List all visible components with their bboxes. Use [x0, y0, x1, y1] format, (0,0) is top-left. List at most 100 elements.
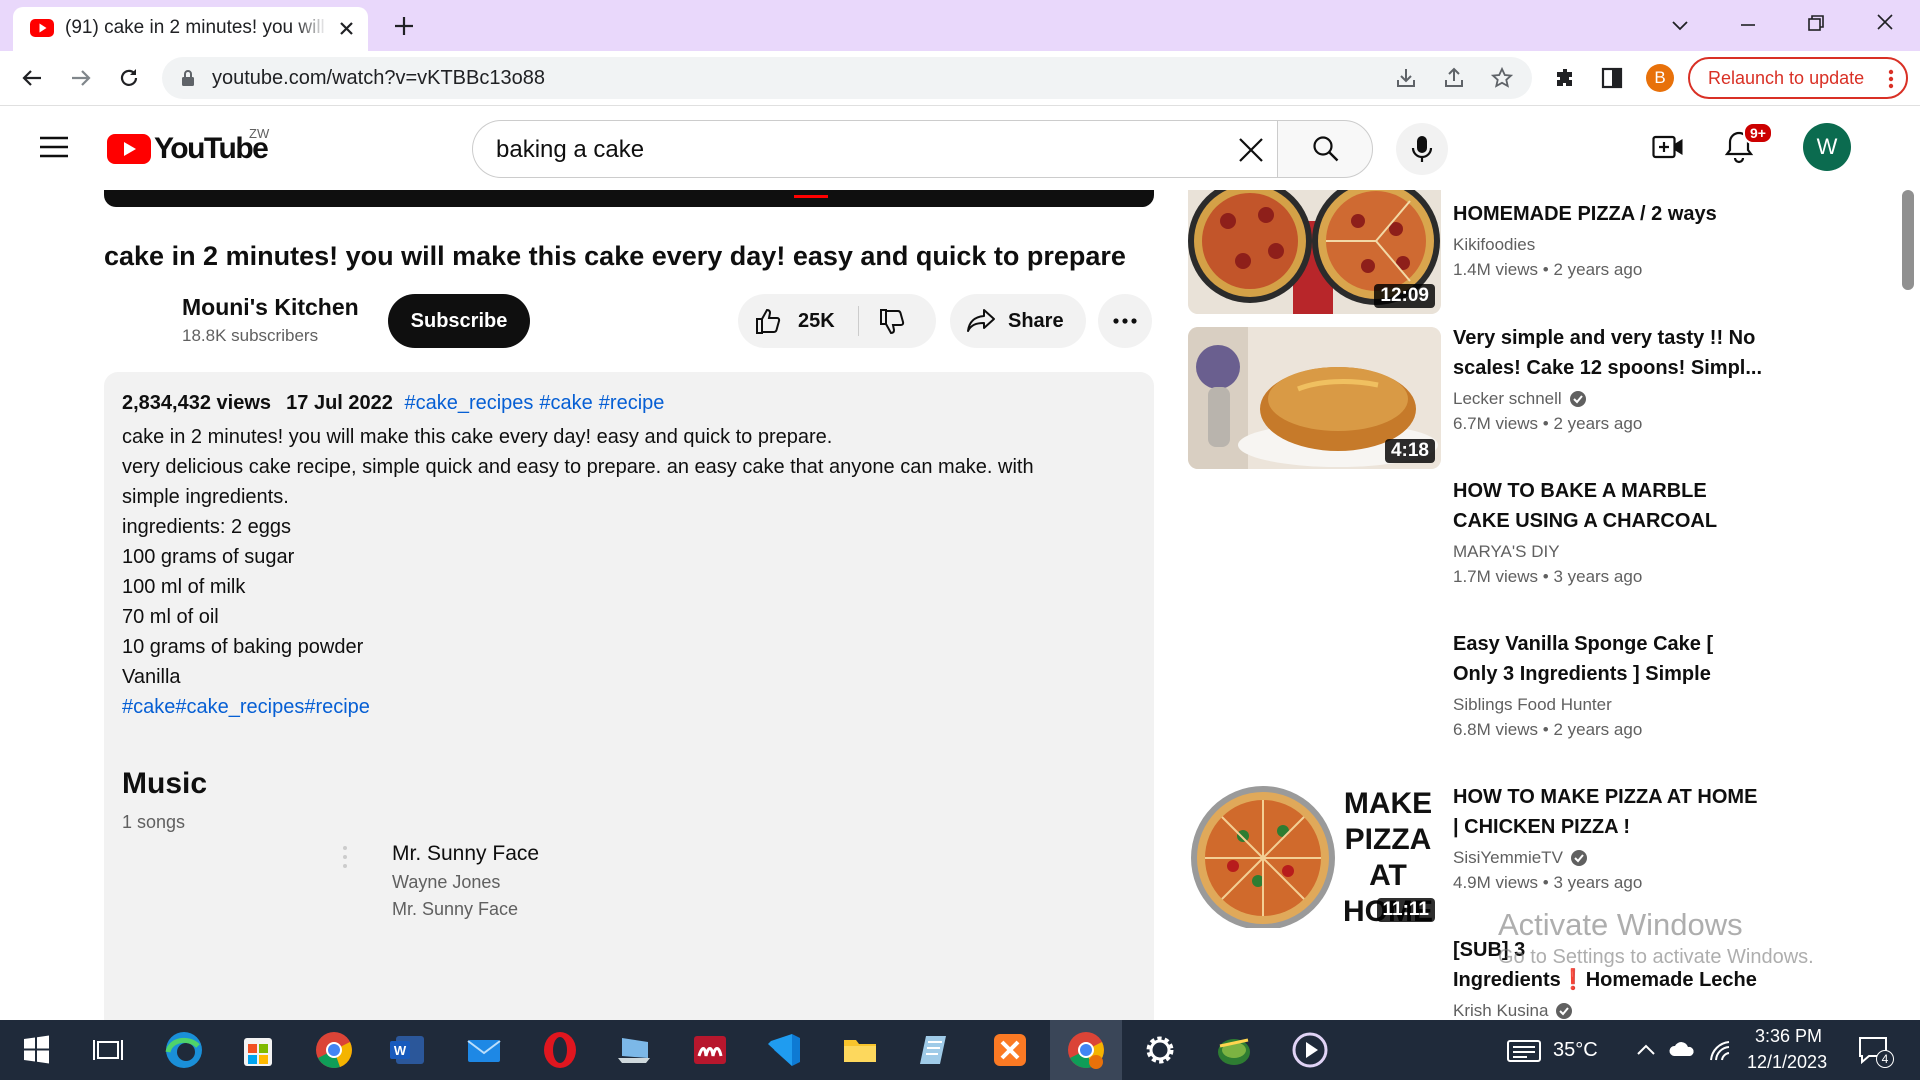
related-video-channel[interactable]: Siblings Food Hunter	[1453, 695, 1763, 715]
edge-browser-icon[interactable]	[162, 1028, 206, 1072]
youtube-logo[interactable]: YouTube ZW	[107, 126, 269, 165]
like-button[interactable]: 25K	[754, 307, 835, 335]
clock-time[interactable]: 3:36 PM	[1755, 1026, 1822, 1047]
chrome-icon[interactable]	[312, 1028, 356, 1072]
side-panel-icon[interactable]	[1600, 66, 1624, 90]
related-video-channel[interactable]: Krish Kusina	[1453, 1001, 1763, 1020]
song-options-icon[interactable]	[342, 845, 348, 869]
related-video-channel[interactable]: Lecker schnell	[1453, 389, 1763, 409]
minimize-icon[interactable]	[1738, 15, 1758, 35]
related-video[interactable]: MAKE PIZZA AT HOME 11:11 HOW TO MAKE PIZ…	[1188, 786, 1757, 928]
browser-tab-active[interactable]: (91) cake in 2 minutes! you will m	[13, 7, 368, 51]
microsoft-store-icon[interactable]	[236, 1028, 280, 1072]
close-window-icon[interactable]	[1875, 12, 1895, 32]
file-explorer-icon[interactable]	[838, 1028, 882, 1072]
tab-search-chevron-icon[interactable]	[1670, 15, 1690, 35]
opera-icon[interactable]	[538, 1028, 582, 1072]
video-thumbnail[interactable]: MAKE PIZZA AT HOME 11:11	[1188, 786, 1441, 928]
install-app-icon[interactable]	[1394, 66, 1418, 90]
page-scrollbar-thumb[interactable]	[1902, 190, 1914, 290]
onedrive-cloud-icon[interactable]	[1668, 1038, 1696, 1060]
description-line: 100 grams of sugar	[122, 546, 295, 568]
settings-gear-icon[interactable]	[1138, 1028, 1182, 1072]
xampp-icon[interactable]	[988, 1028, 1032, 1072]
lock-icon[interactable]	[180, 69, 196, 87]
extensions-puzzle-icon[interactable]	[1553, 66, 1577, 90]
related-video-channel[interactable]: SisiYemmieTV	[1453, 848, 1763, 868]
related-video-info: How to make the BEST HOMEMADE PIZZA / 2 …	[1453, 190, 1763, 280]
activate-windows-watermark: Activate Windows	[1498, 907, 1743, 942]
laptop-app-icon[interactable]	[612, 1028, 656, 1072]
tray-chevron-up-icon[interactable]	[1636, 1042, 1656, 1056]
create-video-icon[interactable]	[1652, 134, 1684, 160]
notification-badge: 9+	[1743, 122, 1773, 144]
subscribe-button[interactable]: Subscribe	[388, 294, 530, 348]
thumbs-up-icon	[756, 308, 781, 334]
verified-check-icon	[1570, 850, 1587, 866]
new-tab-icon[interactable]	[393, 15, 415, 37]
thumbs-down-icon[interactable]	[878, 308, 906, 336]
video-player-controls[interactable]	[104, 190, 1154, 207]
description-hashtags[interactable]: #cake#cake_recipes#recipe	[122, 692, 1082, 722]
video-duration: 12:09	[1374, 284, 1435, 308]
notifications-button[interactable]: 9+	[1724, 122, 1773, 164]
media-player-icon[interactable]	[1288, 1028, 1332, 1072]
related-video-age: 2 years ago	[1553, 414, 1643, 433]
related-video-channel[interactable]: MARYA'S DIY	[1453, 542, 1763, 562]
windows-start-icon[interactable]	[14, 1028, 58, 1072]
music-song-card[interactable]: Mr. Sunny Face Wayne Jones Mr. Sunny Fac…	[392, 842, 539, 920]
related-video[interactable]: HOW TO BAKE A MARBLE CAKE USING A CHARCO…	[1188, 480, 1717, 605]
description-line: very delicious cake recipe, simple quick…	[122, 456, 1034, 508]
channel-name[interactable]: Mouni's Kitchen	[182, 294, 359, 321]
share-button[interactable]: Share	[950, 294, 1086, 348]
menu-hamburger-icon[interactable]	[40, 136, 68, 158]
search-input[interactable]: baking a cake	[472, 120, 1277, 178]
mendeley-icon[interactable]	[688, 1028, 732, 1072]
related-video-age: 3 years ago	[1553, 873, 1643, 892]
relaunch-update-button[interactable]: Relaunch to update	[1688, 57, 1908, 99]
video-thumbnail[interactable]: 12:09	[1188, 190, 1441, 314]
restore-icon[interactable]	[1806, 13, 1826, 33]
mail-icon[interactable]	[462, 1028, 506, 1072]
search-button[interactable]	[1277, 120, 1373, 178]
forward-icon[interactable]	[69, 66, 93, 90]
related-video-info: HOW TO BAKE A MARBLE CAKE USING A CHARCO…	[1453, 476, 1763, 587]
related-video-channel[interactable]: Kikifoodies	[1453, 235, 1763, 255]
word-icon[interactable]: W	[386, 1028, 430, 1072]
wifi-icon[interactable]	[1708, 1036, 1732, 1062]
temperature-text[interactable]: 35°C	[1553, 1039, 1598, 1062]
back-icon[interactable]	[20, 66, 44, 90]
description-line: ingredients: 2 eggs	[122, 516, 292, 538]
hashtag-link[interactable]: #cake_recipes	[404, 392, 533, 414]
voice-search-button[interactable]	[1396, 123, 1448, 175]
related-video[interactable]: 12:09 How to make the BEST HOMEMADE PIZZ…	[1188, 190, 1717, 314]
notepad-app-icon[interactable]	[912, 1028, 956, 1072]
share-page-icon[interactable]	[1442, 66, 1466, 90]
task-view-icon[interactable]	[86, 1028, 130, 1072]
clear-search-icon[interactable]	[1237, 136, 1265, 164]
globe-app-icon[interactable]	[1212, 1028, 1256, 1072]
hashtag-link[interactable]: #cake	[539, 392, 592, 414]
windows-taskbar: W 35°C 3:36 PM 12/1/2023 4	[0, 1020, 1920, 1080]
player-progress[interactable]	[794, 195, 828, 198]
profile-avatar[interactable]: B	[1646, 64, 1674, 92]
related-video[interactable]: Easy Vanilla Sponge Cake [ Only 3 Ingred…	[1188, 633, 1713, 758]
hashtag-link[interactable]: #recipe	[599, 392, 665, 414]
weather-icon[interactable]	[1506, 1038, 1542, 1064]
clock-date[interactable]: 12/1/2023	[1747, 1052, 1827, 1073]
tab-close-icon[interactable]	[338, 20, 355, 37]
chrome-profile-icon[interactable]	[1064, 1028, 1108, 1072]
address-bar[interactable]: youtube.com/watch?v=vKTBBc13o88	[162, 57, 1532, 99]
video-thumbnail[interactable]: 4:18	[1188, 327, 1441, 469]
description-box[interactable]: 2,834,432 views 17 Jul 2022 #cake_recipe…	[104, 372, 1154, 1020]
share-label: Share	[1008, 309, 1064, 332]
more-actions-button[interactable]	[1098, 294, 1152, 348]
related-video[interactable]: 4:18 Very simple and very tasty !! No sc…	[1188, 327, 1762, 469]
related-video-stats: 6.7M views • 2 years ago	[1453, 414, 1643, 433]
related-video-title: Very simple and very tasty !! No scales!…	[1453, 327, 1763, 379]
bookmark-star-icon[interactable]	[1490, 66, 1514, 90]
reload-icon[interactable]	[117, 66, 141, 90]
account-avatar[interactable]: W	[1803, 123, 1851, 171]
vscode-icon[interactable]	[762, 1028, 806, 1072]
search-query-text: baking a cake	[496, 136, 645, 163]
